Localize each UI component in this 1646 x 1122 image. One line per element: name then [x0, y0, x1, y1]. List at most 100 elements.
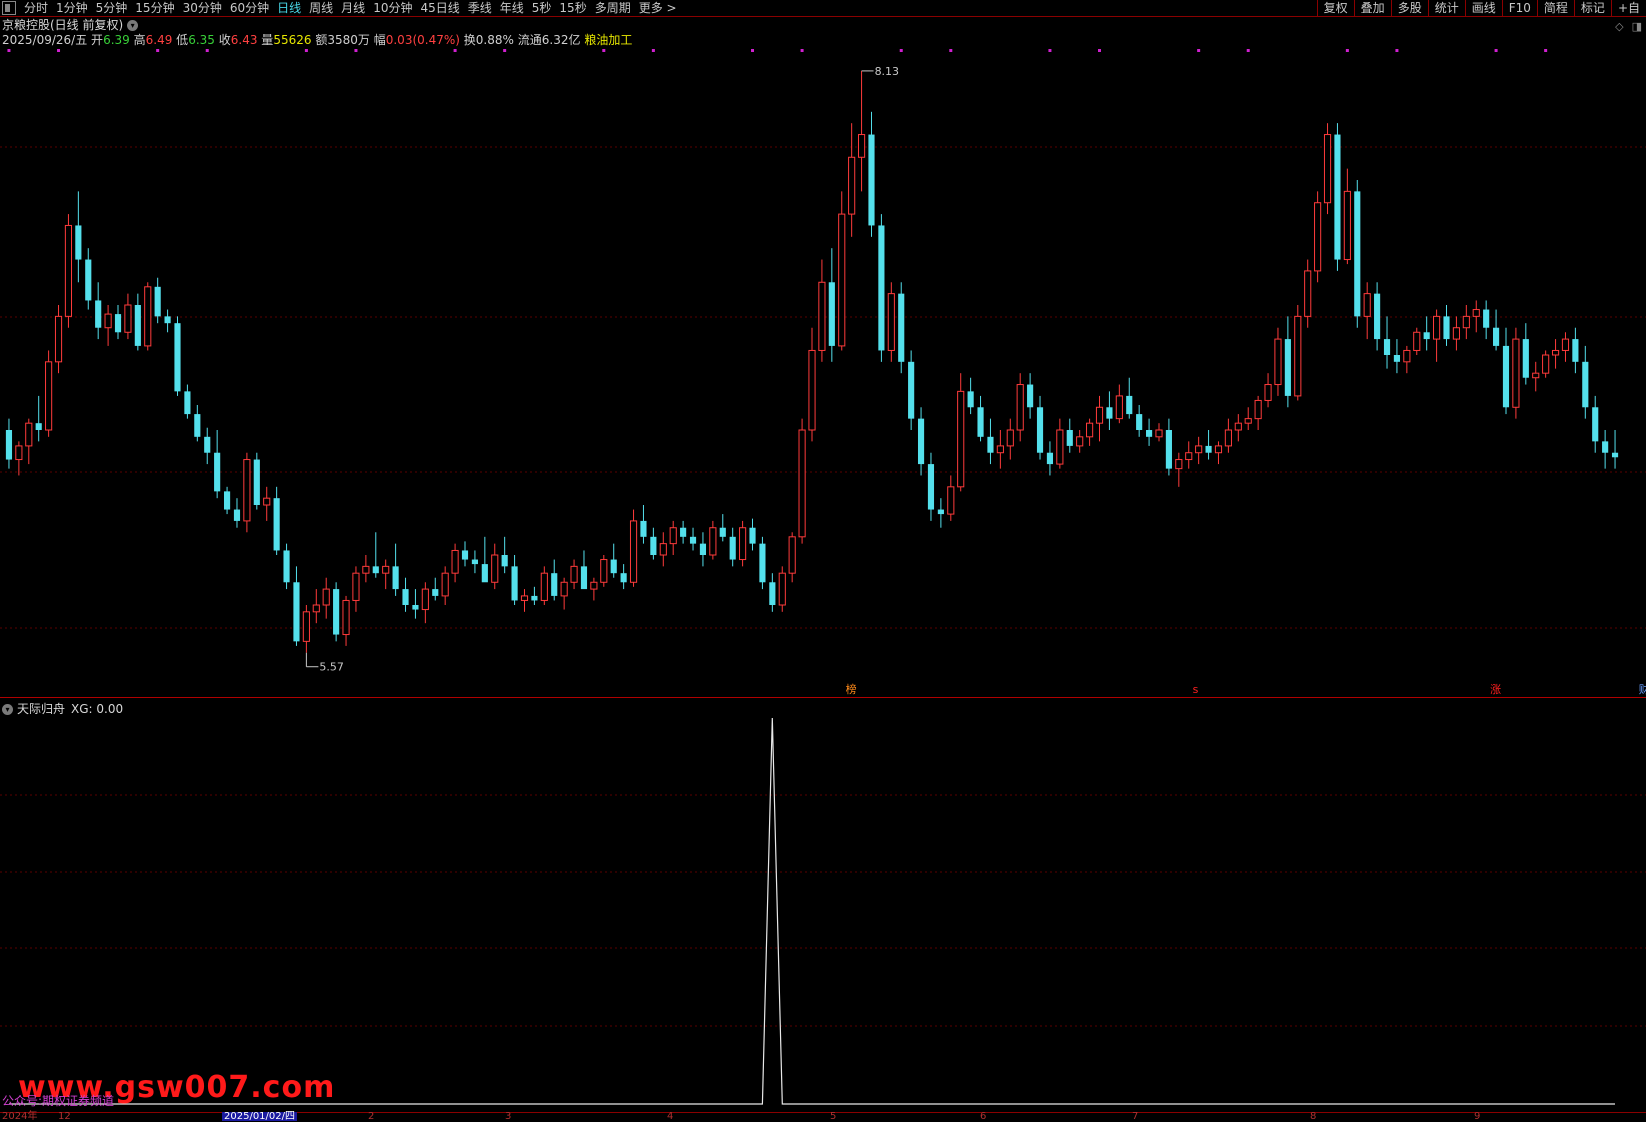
candle-body [1502, 345, 1510, 408]
candle-body [124, 304, 132, 333]
candle-body [620, 573, 627, 583]
candle [223, 486, 231, 515]
candle [1244, 407, 1252, 430]
candle [1452, 316, 1460, 351]
candle-body [1493, 327, 1500, 346]
candle [1126, 377, 1133, 419]
candle-body [1036, 407, 1044, 453]
candle [967, 377, 974, 415]
signal-dot [453, 49, 457, 52]
signal-dot [949, 49, 953, 52]
candle [1155, 423, 1163, 442]
candle-body [1561, 338, 1570, 351]
signal-dot [7, 49, 11, 52]
signal-dot [1395, 49, 1399, 52]
candle-body [1532, 372, 1540, 379]
candle-body [1354, 191, 1361, 317]
signal-dot [205, 49, 209, 52]
candle [590, 577, 598, 601]
candle-body [1383, 339, 1391, 355]
candle-body [54, 315, 63, 363]
candle-body [1126, 395, 1133, 415]
candle [174, 316, 181, 396]
candle [1046, 441, 1054, 476]
candle [1522, 323, 1529, 385]
candle-body [838, 213, 846, 347]
candle-body [878, 225, 885, 351]
candle-body [1115, 395, 1123, 420]
candle-body [778, 572, 786, 606]
candle [124, 293, 132, 340]
indicator-name[interactable]: 天际归舟 [17, 701, 65, 717]
candle [263, 486, 271, 521]
candle [214, 430, 221, 499]
signal-dot [156, 49, 160, 52]
candle-body [1582, 361, 1589, 408]
candle [1383, 316, 1391, 369]
candle-body [1175, 459, 1183, 470]
candle [1254, 395, 1262, 430]
xg-series-line [9, 717, 1615, 1105]
candle-body [1551, 349, 1560, 356]
candle-body [610, 559, 617, 574]
candle-body [1374, 293, 1381, 340]
candle-body [680, 527, 687, 537]
candle-body [1066, 430, 1073, 446]
candle [1027, 373, 1034, 419]
candle [531, 586, 538, 605]
candle [432, 577, 439, 601]
candle [699, 532, 707, 567]
candle-body [1155, 429, 1163, 438]
candle-body [699, 543, 707, 555]
panel-separator[interactable] [0, 697, 1646, 698]
candle-body [1224, 429, 1232, 447]
candle [917, 407, 925, 476]
candle [669, 520, 677, 555]
candle-body [1214, 445, 1223, 454]
candle [778, 566, 786, 612]
candle [1502, 327, 1510, 415]
candle [878, 214, 885, 362]
candle [1343, 168, 1351, 265]
chevron-down-icon[interactable]: ▾ [2, 703, 13, 715]
indicator-plot [9, 717, 1615, 1105]
candle-body [501, 555, 508, 567]
candle-body [937, 509, 944, 515]
candle [322, 577, 330, 619]
candle-body [1572, 339, 1579, 362]
kline-chart[interactable]: 8.13 5.57 榜 s 涨 财 [0, 0, 1646, 1120]
candle-body [184, 391, 191, 415]
candle [848, 123, 856, 237]
candle [1274, 327, 1282, 396]
candle [243, 452, 251, 533]
candle-body [15, 445, 23, 461]
candle-body [818, 281, 826, 351]
candle [937, 498, 944, 528]
candle [35, 395, 42, 442]
candle-body [104, 313, 112, 329]
candle [1314, 191, 1322, 283]
candle-body [1165, 430, 1172, 469]
candle-body [302, 611, 310, 642]
candle-body [600, 559, 608, 583]
candle [1462, 305, 1470, 340]
candle [481, 536, 488, 583]
candle-body [342, 599, 350, 636]
candle [1234, 414, 1242, 442]
candle-body [1314, 202, 1322, 272]
signal-dot [1098, 49, 1102, 52]
indicator-title-row: ▾ 天际归舟 XG: 0.00 [2, 701, 123, 717]
candle [600, 555, 608, 587]
candle [640, 505, 647, 544]
signal-dot [1544, 49, 1548, 52]
candle [64, 214, 73, 328]
candle-body [650, 536, 657, 555]
candle-body [372, 566, 379, 574]
candle [75, 191, 82, 283]
candle-body [908, 361, 915, 419]
candle-body [1393, 355, 1401, 362]
candle-body [1592, 407, 1599, 442]
signal-dot [1494, 49, 1498, 52]
candle [134, 293, 141, 351]
grid-lines [0, 146, 1646, 1027]
